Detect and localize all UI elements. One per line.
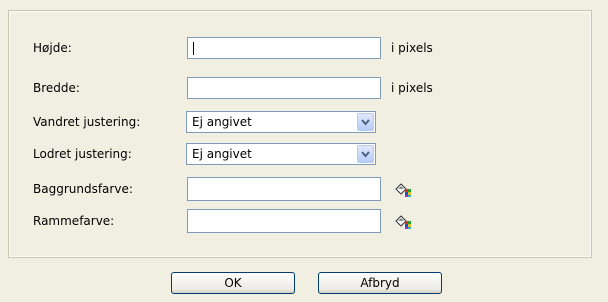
width-unit-label: i pixels [391, 81, 433, 95]
horizontal-alignment-dropdown-button[interactable] [357, 113, 374, 131]
horizontal-alignment-value: Ej angivet [192, 115, 252, 129]
vertical-alignment-select[interactable]: Ej angivet [186, 143, 376, 165]
border-color-label: Rammefarve: [33, 214, 115, 228]
chevron-down-icon [361, 119, 370, 126]
background-color-picker-icon[interactable] [394, 180, 412, 198]
width-label: Bredde: [33, 81, 80, 95]
background-color-input[interactable] [187, 177, 381, 201]
cancel-button[interactable]: Afbryd [318, 272, 442, 294]
ok-button[interactable]: OK [171, 272, 295, 294]
table-cell-properties-dialog: Højde: i pixels Bredde: i pixels Vandret… [0, 0, 608, 302]
width-input[interactable] [187, 77, 381, 99]
horizontal-alignment-label: Vandret justering: [33, 115, 141, 129]
text-caret [193, 42, 194, 55]
vertical-alignment-label: Lodret justering: [33, 147, 132, 161]
chevron-down-icon [361, 151, 370, 158]
height-label: Højde: [33, 41, 72, 55]
vertical-alignment-dropdown-button[interactable] [357, 145, 374, 163]
border-color-picker-icon[interactable] [394, 212, 412, 230]
height-unit-label: i pixels [391, 41, 433, 55]
properties-panel: Højde: i pixels Bredde: i pixels Vandret… [8, 10, 592, 258]
background-color-label: Baggrundsfarve: [33, 182, 133, 196]
horizontal-alignment-select[interactable]: Ej angivet [186, 111, 376, 133]
vertical-alignment-value: Ej angivet [192, 147, 252, 161]
height-input[interactable] [187, 37, 381, 59]
border-color-input[interactable] [187, 209, 381, 233]
